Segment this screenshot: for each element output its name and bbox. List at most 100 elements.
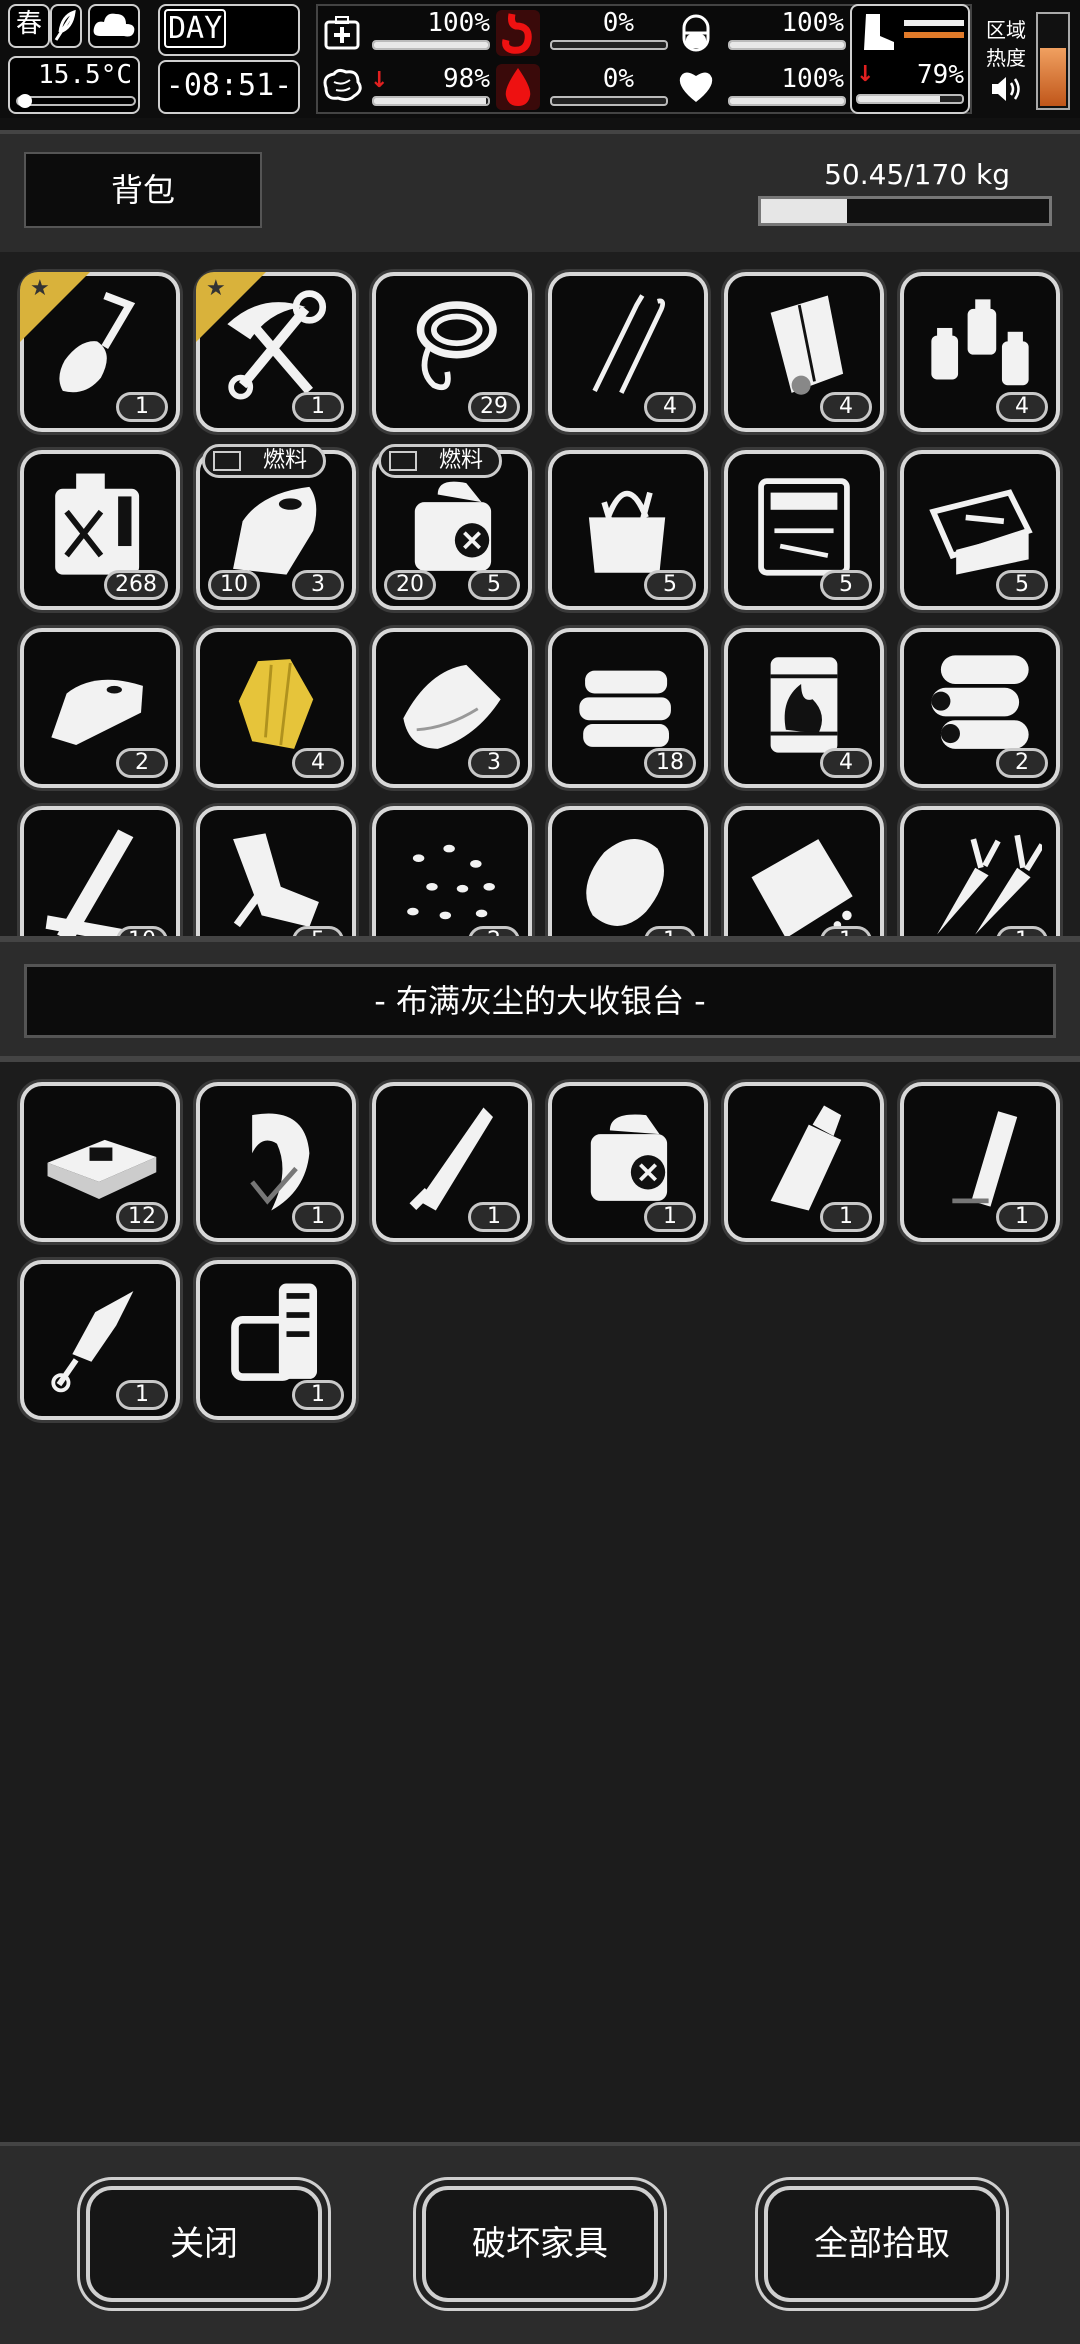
close-button[interactable]: 关闭 (86, 2186, 322, 2302)
backpack-item-slot[interactable]: 4 (724, 628, 884, 788)
backpack-item-slot[interactable]: 5 (196, 806, 356, 936)
leaf-icon (50, 4, 82, 48)
backpack-item-slot[interactable]: 1 (900, 806, 1060, 936)
item-count: 4 (996, 392, 1048, 422)
stamina-stripes (904, 20, 964, 38)
container-item-slot[interactable]: 1 (196, 1260, 356, 1420)
zone-heat-panel: 区域 热度 (980, 4, 1078, 114)
backpack-item-slot[interactable]: 2 (900, 628, 1060, 788)
backpack-item-slot[interactable]: 4 (548, 272, 708, 432)
pill-icon (676, 12, 716, 54)
backpack-tab[interactable]: 背包 (24, 152, 262, 228)
zone-heat-fill (1040, 47, 1066, 106)
pills-bar (728, 40, 846, 50)
item-count: 1 (996, 1202, 1048, 1232)
image-icon (389, 451, 417, 471)
favorite-star-icon: ★ (20, 272, 90, 342)
backpack-item-slot[interactable]: 2 (20, 628, 180, 788)
container-item-slot[interactable]: 1 (548, 1082, 708, 1242)
zone-heat-label-2: 热度 (986, 46, 1026, 70)
bread-icon (751, 839, 853, 936)
heart-icon (674, 66, 718, 106)
weight-bar (758, 196, 1052, 226)
container-item-slot[interactable]: 1 (724, 1082, 884, 1242)
item-count: 1 (644, 1202, 696, 1232)
item-count: 5 (292, 926, 344, 936)
status-hud: 春 15.5°C DAY 565 -08:51- 100% 0% 100% (0, 0, 1080, 118)
image-icon (213, 451, 241, 471)
item-count: 4 (292, 748, 344, 778)
backpack-item-slot[interactable]: 1 (724, 806, 884, 936)
item-count: 5 (996, 570, 1048, 600)
zone-heat-label-1: 区域 (986, 18, 1026, 42)
fuel-tag-label: 燃料 (439, 448, 484, 473)
clock-value: -08:51- (165, 68, 293, 103)
item-count: 268 (104, 570, 168, 600)
item-count: 2 (468, 926, 520, 936)
mood-bar-fill (374, 98, 486, 104)
backpack-item-slot[interactable]: 4 (900, 272, 1060, 432)
backpack-item-slot[interactable]: 29 (372, 272, 532, 432)
backpack-item-slot[interactable]: 3 (372, 628, 532, 788)
weight-bar-fill (761, 199, 847, 223)
container-grid: 12 1 1 1 1 1 1 1 (0, 1062, 1080, 2142)
item-count: 29 (468, 392, 520, 422)
item-count: 1 (820, 1202, 872, 1232)
item-count: 3 (292, 570, 344, 600)
item-count: 5 (820, 570, 872, 600)
backpack-item-slot[interactable]: 5 (900, 450, 1060, 610)
favorite-star-icon: ★ (196, 272, 266, 342)
backpack-item-slot[interactable]: ★ 1 (196, 272, 356, 432)
backpack-item-slot[interactable]: 10 (20, 806, 180, 936)
destroy-furniture-button[interactable]: 破坏家具 (422, 2186, 658, 2302)
hunger-value: 0% (602, 8, 634, 38)
container-item-slot[interactable]: 12 (20, 1082, 180, 1242)
planks-icon (45, 829, 153, 936)
backpack-item-slot[interactable]: 5 (548, 450, 708, 610)
item-count: 3 (468, 748, 520, 778)
stamina-panel: ↓ 79% (850, 4, 970, 114)
fuel-amount: 10 (208, 570, 260, 600)
heart-bar (728, 96, 846, 106)
backpack-item-slot[interactable]: 燃料 10 3 (196, 444, 356, 610)
fuel-amount: 20 (384, 570, 436, 600)
backpack-item-slot[interactable]: 4 (724, 272, 884, 432)
item-count: 4 (820, 392, 872, 422)
item-count: 1 (292, 1380, 344, 1410)
item-count: 5 (644, 570, 696, 600)
backpack-item-slot[interactable]: 燃料 20 5 (372, 444, 532, 610)
scrap-icon (233, 833, 319, 928)
speaker-icon[interactable] (990, 74, 1024, 104)
container-title-bar: - 布满灰尘的大收银台 - (24, 964, 1056, 1038)
stamina-value: 79% (917, 60, 964, 90)
container-item-slot[interactable]: 1 (900, 1082, 1060, 1242)
hunger-bar (550, 40, 668, 50)
backpack-item-slot[interactable]: 5 (724, 450, 884, 610)
backpack-item-slot[interactable]: ★ 1 (20, 272, 180, 432)
carrot-icon (937, 834, 1042, 935)
container-item-slot[interactable]: 1 (372, 1082, 532, 1242)
backpack-title: 背包 (110, 171, 175, 209)
seeds-icon (407, 844, 495, 920)
backpack-item-slot[interactable]: 18 (548, 628, 708, 788)
backpack-item-slot[interactable]: 2 (372, 806, 532, 936)
container-item-slot[interactable]: 1 (196, 1082, 356, 1242)
container-item-slot[interactable]: 1 (20, 1260, 180, 1420)
backpack-item-slot[interactable]: 4 (196, 628, 356, 788)
backpack-item-slot[interactable]: 268 (20, 450, 180, 610)
stamina-bar (856, 94, 964, 104)
item-count: 1 (292, 1202, 344, 1232)
close-button-label: 关闭 (170, 2224, 238, 2264)
take-all-button[interactable]: 全部拾取 (764, 2186, 1000, 2302)
backpack-item-slot[interactable]: 1 (548, 806, 708, 936)
health-icon (322, 14, 362, 54)
item-count: 5 (468, 570, 520, 600)
item-count: 1 (468, 1202, 520, 1232)
backpack-grid: ★1★129444268燃料103燃料20555524318421052111 (0, 252, 1080, 936)
item-count: 2 (116, 748, 168, 778)
season-badge: 春 (8, 4, 50, 48)
pills-value: 100% (781, 8, 844, 38)
take-all-button-label: 全部拾取 (814, 2224, 950, 2264)
item-count: 1 (996, 926, 1048, 936)
temperature-value: 15.5°C (38, 60, 132, 90)
